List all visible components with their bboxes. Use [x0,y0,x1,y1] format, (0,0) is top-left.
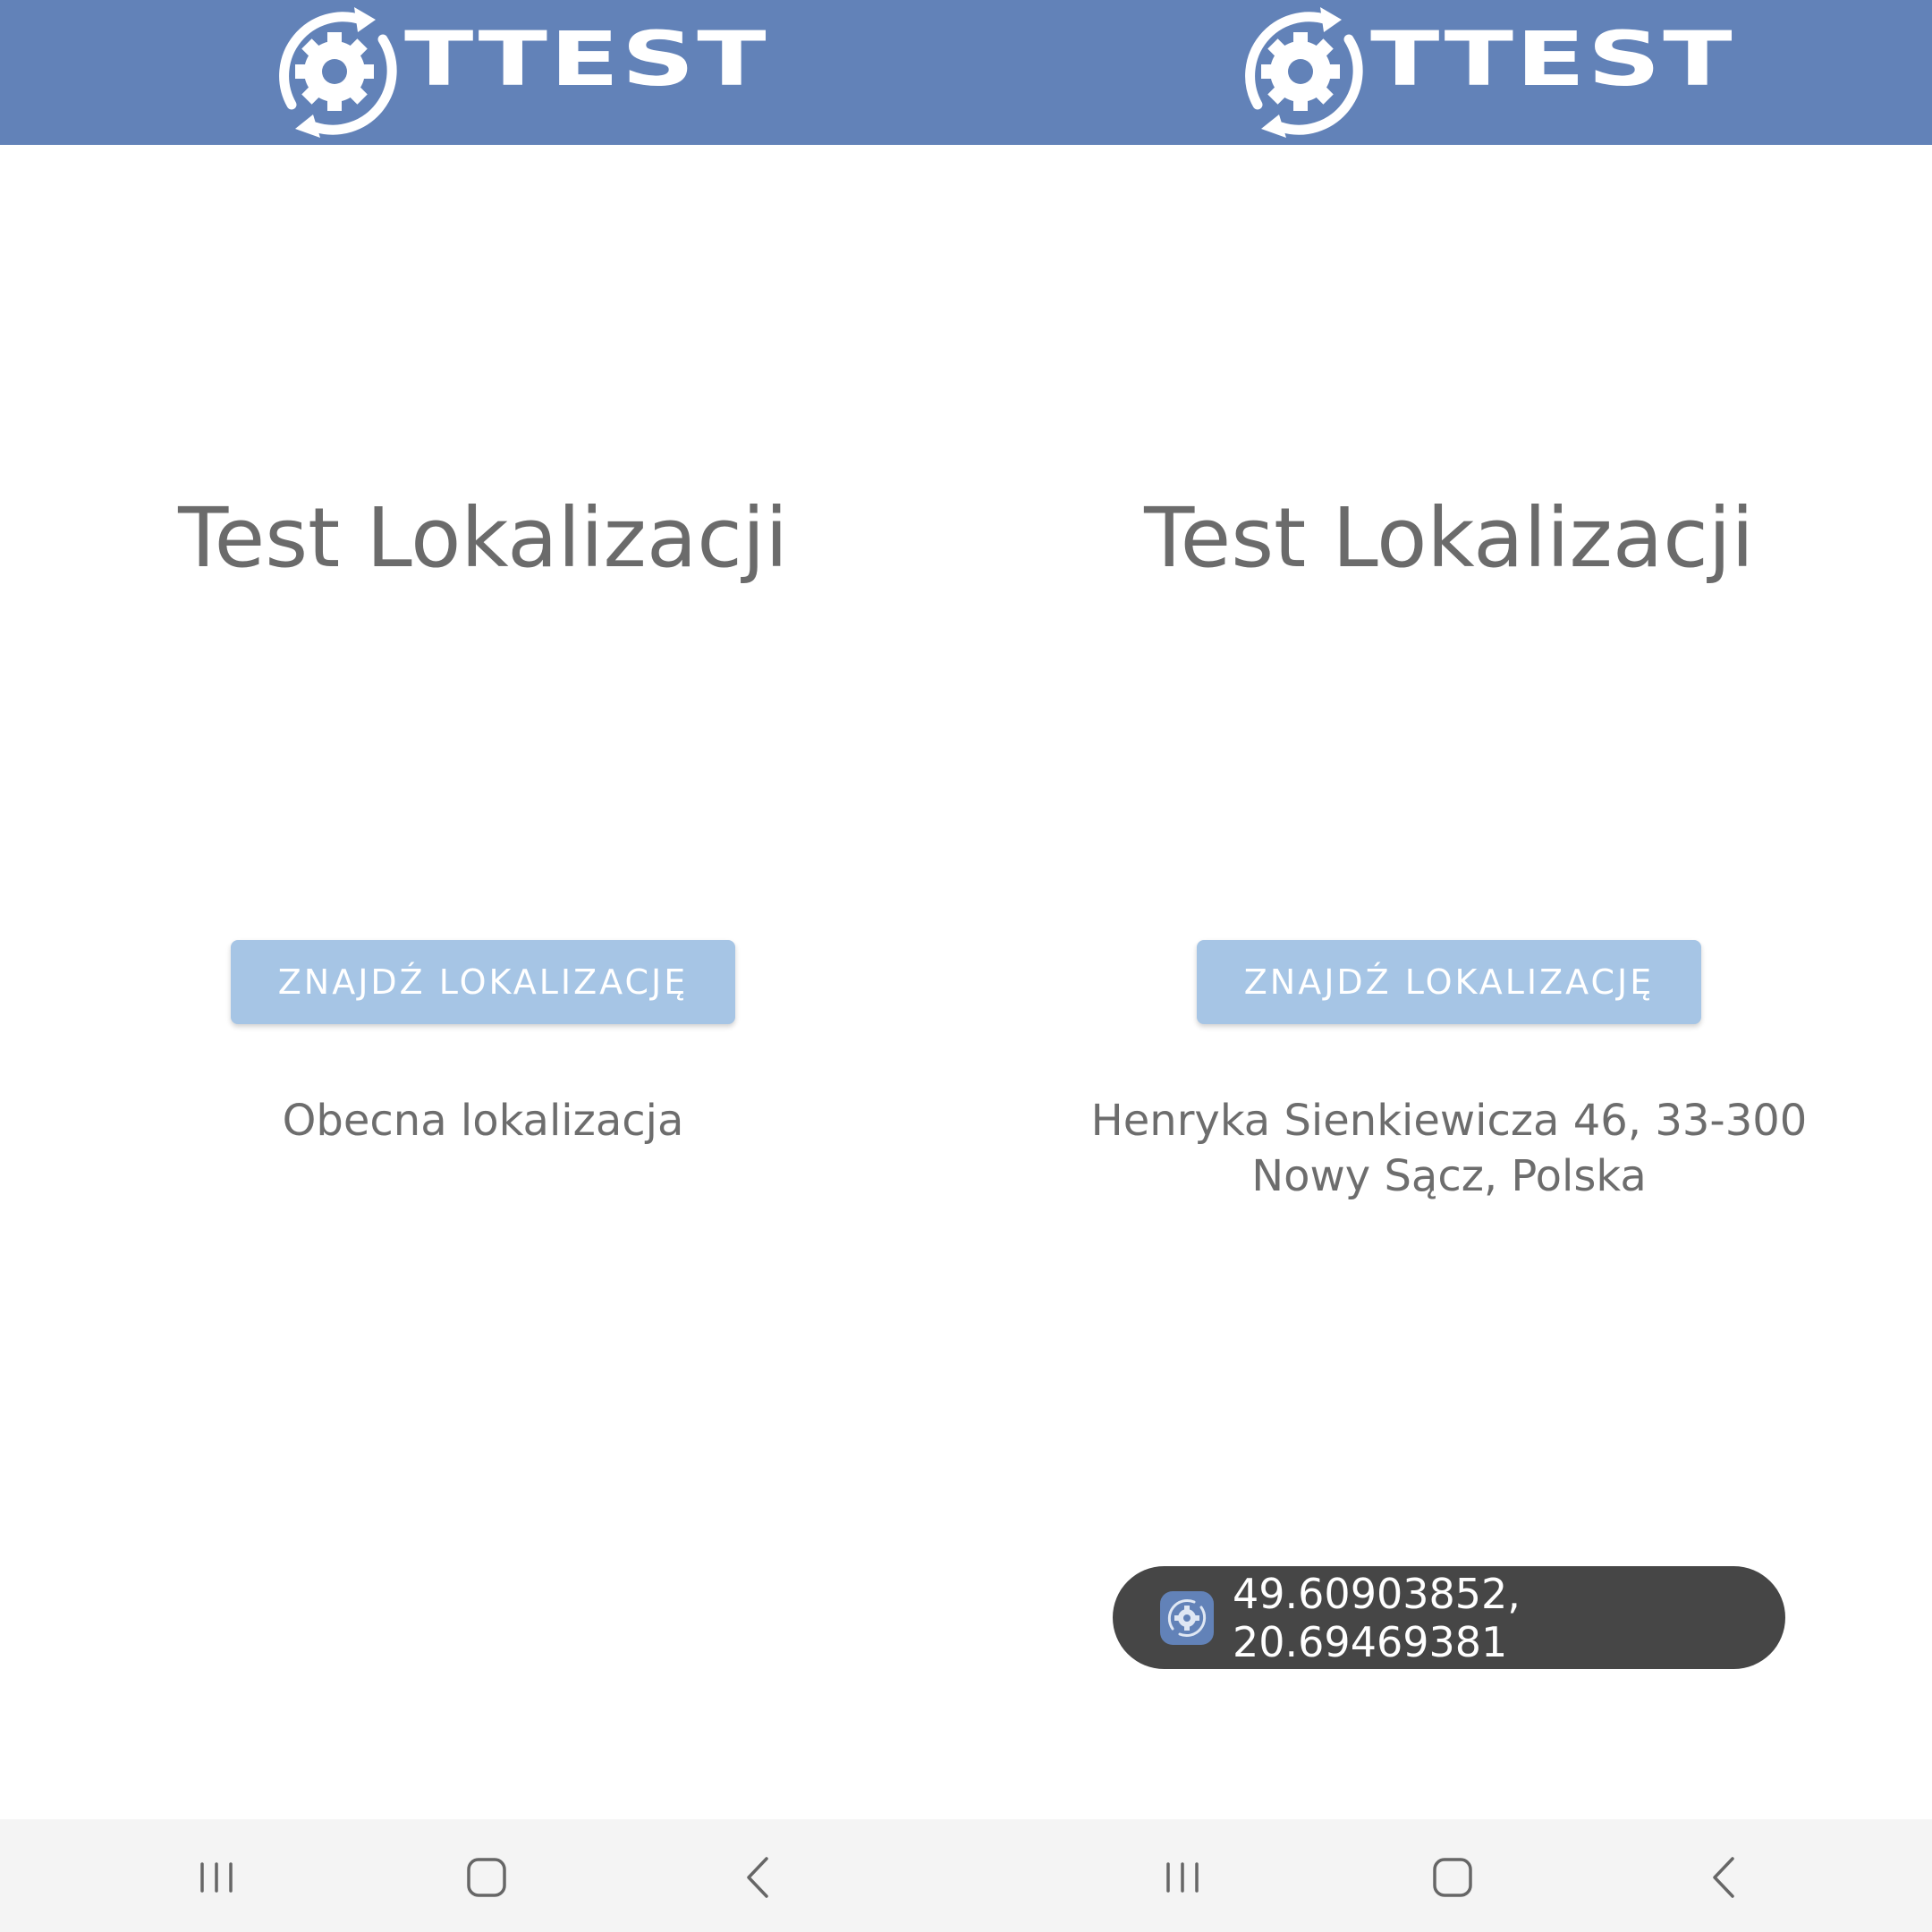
split-screens: TTEST Test Lokalizacji ZNAJDŹ LOKALIZACJ… [0,0,1932,1932]
recents-button[interactable] [1151,1846,1214,1909]
page-title: Test Lokalizacji [1144,490,1754,586]
back-icon [1713,1857,1734,1898]
location-line: Nowy Sącz, Polska [1251,1151,1647,1201]
app-bar: TTEST [966,0,1932,145]
recents-icon [1166,1862,1199,1893]
location-line: Henryka Sienkiewicza 46, 33-300 [1090,1096,1808,1146]
location-text: Henryka Sienkiewicza 46, 33-300 Nowy Sąc… [966,1093,1932,1204]
home-icon [1433,1858,1472,1897]
find-location-button[interactable]: ZNAJDŹ LOKALIZACJĘ [231,940,735,1024]
screen-after: TTEST Test Lokalizacji ZNAJDŹ LOKALIZACJ… [966,0,1932,1932]
back-button[interactable] [727,1846,790,1909]
coordinates-toast: 49.60903852, 20.69469381 [1113,1566,1785,1669]
app-logo: TTEST [1231,2,1733,141]
find-location-button[interactable]: ZNAJDŹ LOKALIZACJĘ [1197,940,1701,1024]
recents-icon [200,1862,233,1893]
toast-coordinates-text: 49.60903852, 20.69469381 [1233,1569,1521,1666]
page-title: Test Lokalizacji [178,490,788,586]
back-icon [747,1857,768,1898]
home-button[interactable] [455,1846,518,1909]
app-logo: TTEST [265,2,767,141]
location-text: Obecna lokalizacja [0,1093,966,1148]
logo-wordmark: TTEST [404,15,769,103]
gear-icon [1167,1598,1207,1638]
home-icon [467,1858,506,1897]
location-line: Obecna lokalizacja [282,1096,684,1146]
gear-cycle-icon [1245,7,1363,138]
home-button[interactable] [1421,1846,1484,1909]
app-bar: TTEST [0,0,966,145]
system-navbar [0,1819,966,1932]
logo-wordmark: TTEST [1370,15,1735,103]
app-icon [1160,1591,1214,1645]
system-navbar [966,1819,1932,1932]
back-button[interactable] [1693,1846,1756,1909]
gear-cycle-icon [279,7,397,138]
recents-button[interactable] [185,1846,248,1909]
screen-before: TTEST Test Lokalizacji ZNAJDŹ LOKALIZACJ… [0,0,966,1932]
